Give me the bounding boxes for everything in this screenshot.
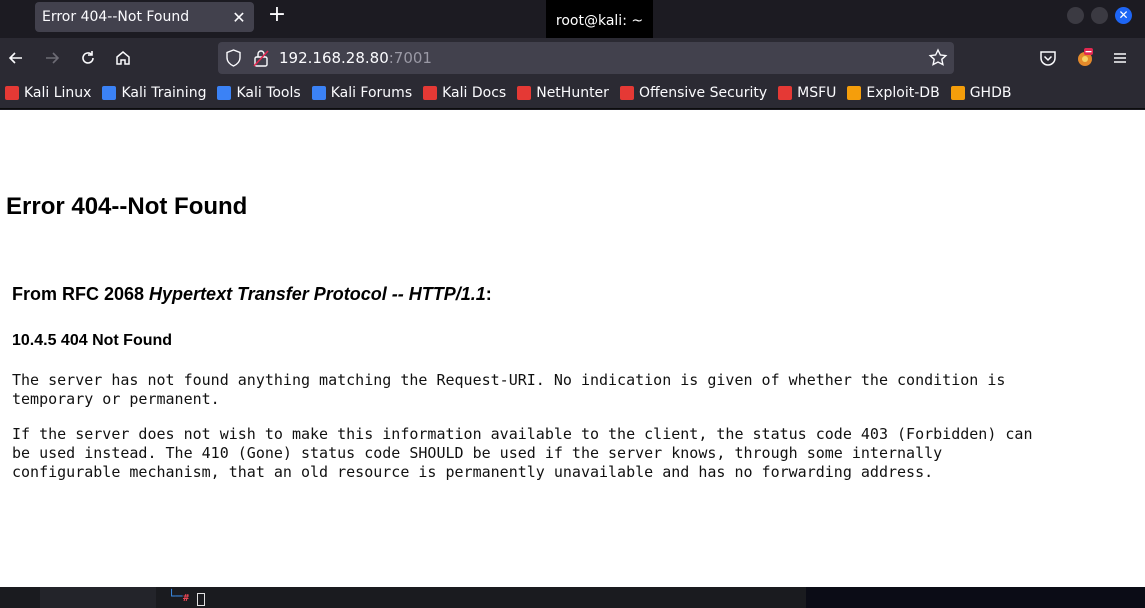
home-icon[interactable] bbox=[111, 46, 135, 70]
page-title: Error 404--Not Found bbox=[6, 193, 248, 220]
navigation-bar: 192.168.28.80:7001 bbox=[0, 38, 1145, 78]
bookmark-star-icon[interactable] bbox=[928, 48, 948, 72]
bookmark-nethunter[interactable]: NetHunter bbox=[517, 85, 609, 101]
maximize-button[interactable] bbox=[1091, 7, 1108, 24]
bookmark-msfu[interactable]: MSFU bbox=[778, 85, 836, 101]
bookmark-label: NetHunter bbox=[536, 85, 609, 101]
offsec-icon bbox=[619, 86, 634, 100]
pocket-icon[interactable] bbox=[1036, 46, 1060, 70]
bookmark-ghdb[interactable]: GHDB bbox=[950, 85, 1012, 101]
bookmark-label: Kali Forums bbox=[330, 85, 413, 101]
bookmark-label: MSFU bbox=[797, 85, 837, 101]
url-text[interactable]: 192.168.28.80:7001 bbox=[279, 49, 432, 67]
kali-forums-icon bbox=[311, 86, 326, 100]
paragraph-1: The server has not found anything matchi… bbox=[12, 371, 1006, 408]
bookmark-label: Kali Training bbox=[121, 85, 207, 101]
extension-icon[interactable] bbox=[1073, 46, 1097, 70]
bookmark-label: Kali Tools bbox=[236, 85, 301, 101]
exploitdb-icon bbox=[847, 86, 862, 100]
page-content: Error 404--Not Found From RFC 2068 Hyper… bbox=[0, 110, 1145, 587]
terminal-title: root@kali: ~ bbox=[546, 0, 653, 42]
bookmark-label: Exploit-DB bbox=[866, 85, 940, 101]
window-close-button[interactable]: ✕ bbox=[1115, 7, 1132, 24]
terminal-art-segment bbox=[806, 587, 1145, 608]
msfu-icon bbox=[778, 86, 793, 100]
terminal-prompt: └─ bbox=[168, 589, 183, 603]
ghdb-icon bbox=[950, 86, 965, 100]
rfc-title: Hypertext Transfer Protocol -- HTTP/1.1 bbox=[149, 284, 486, 304]
panel-segment bbox=[40, 587, 156, 608]
tab-active[interactable]: Error 404--Not Found ✕ bbox=[35, 2, 254, 32]
kali-training-icon bbox=[102, 86, 117, 100]
bottom-panel: └─ # bbox=[0, 587, 1145, 608]
forward-icon[interactable] bbox=[40, 46, 64, 70]
bookmark-kali-tools[interactable]: Kali Tools bbox=[217, 85, 301, 101]
reload-icon[interactable] bbox=[76, 46, 100, 70]
bookmark-exploit-db[interactable]: Exploit-DB bbox=[847, 85, 940, 101]
shield-icon[interactable] bbox=[225, 49, 242, 71]
bookmark-offensive-security[interactable]: Offensive Security bbox=[619, 85, 768, 101]
insecure-lock-icon[interactable] bbox=[253, 49, 269, 71]
section-heading: 10.4.5 404 Not Found bbox=[12, 332, 173, 349]
bookmark-kali-training[interactable]: Kali Training bbox=[102, 85, 206, 101]
bookmarks-toolbar: Kali Linux Kali Training Kali Tools Kali Fo… bbox=[0, 78, 1145, 109]
bookmark-kali-forums[interactable]: Kali Forums bbox=[311, 85, 413, 101]
tab-title: Error 404--Not Found bbox=[42, 9, 190, 25]
bookmark-label: Kali Linux bbox=[24, 85, 92, 101]
close-tab-icon[interactable]: ✕ bbox=[228, 6, 250, 28]
bookmark-kali-linux[interactable]: Kali Linux bbox=[5, 85, 91, 101]
minimize-button[interactable] bbox=[1067, 7, 1084, 24]
url-port: :7001 bbox=[388, 49, 432, 67]
paragraph-2: If the server does not wish to make this… bbox=[12, 425, 1033, 481]
kali-icon bbox=[5, 86, 19, 100]
url-bar[interactable]: 192.168.28.80:7001 bbox=[218, 42, 954, 74]
new-tab-button[interactable]: + bbox=[265, 4, 289, 28]
kali-docs-icon bbox=[423, 86, 438, 100]
terminal-hash: # bbox=[183, 593, 190, 604]
bookmark-label: GHDB bbox=[969, 85, 1012, 101]
kali-tools-icon bbox=[217, 86, 232, 100]
back-icon[interactable] bbox=[4, 46, 28, 70]
bookmark-label: Kali Docs bbox=[442, 85, 507, 101]
bookmark-kali-docs[interactable]: Kali Docs bbox=[423, 85, 506, 101]
nethunter-icon bbox=[517, 86, 532, 100]
rfc-heading: From RFC 2068 Hypertext Transfer Protoco… bbox=[12, 284, 492, 305]
menu-icon[interactable] bbox=[1108, 46, 1132, 70]
bookmark-label: Offensive Security bbox=[638, 85, 768, 101]
rfc-prefix: From RFC 2068 bbox=[12, 284, 150, 304]
rfc-suffix: : bbox=[485, 284, 492, 304]
tab-strip: Error 404--Not Found ✕ + root@kali: ~ ✕ bbox=[0, 0, 1145, 42]
terminal-cursor bbox=[197, 593, 205, 606]
url-host: 192.168.28.80 bbox=[279, 49, 389, 67]
